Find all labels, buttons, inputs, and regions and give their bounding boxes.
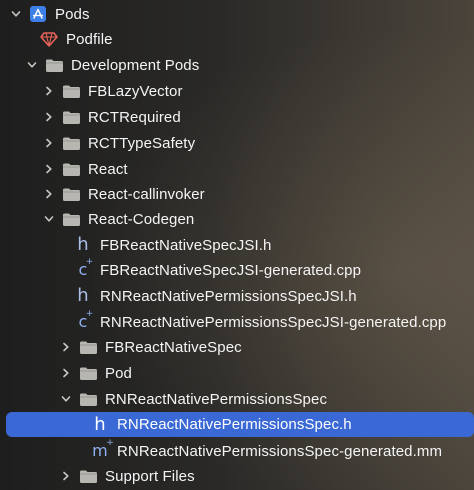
folder-icon: [77, 337, 99, 357]
header-file-icon: h: [77, 285, 89, 306]
tree-row-label: Support Files: [105, 467, 195, 485]
tree-row-label: React: [88, 160, 128, 178]
tree-row-rnreactnativepermissionsspecjsi-h[interactable]: h RNReactNativePermissionsSpecJSI.h: [0, 283, 357, 309]
tree-row-label: RNReactNativePermissionsSpecJSI.h: [100, 287, 357, 305]
project-navigator[interactable]: Pods Podfile Development Pods FBLazyVect…: [0, 0, 474, 490]
folder-icon: [60, 81, 82, 101]
tree-row-label: Pod: [105, 364, 132, 382]
cpp-file-icon: c +: [78, 309, 94, 331]
tree-row-podfile[interactable]: Podfile: [0, 26, 113, 52]
tree-row-label: FBLazyVector: [88, 82, 183, 100]
objcpp-file-icon: m +: [92, 438, 114, 460]
tree-row-support-files[interactable]: Support Files: [0, 463, 195, 489]
tree-row-rctrequired[interactable]: RCTRequired: [0, 104, 181, 130]
folder-icon: [77, 389, 99, 409]
tree-row-react-codegen[interactable]: React-Codegen: [0, 206, 194, 232]
cpp-file-icon: c +: [78, 257, 94, 279]
header-file-icon: h: [77, 234, 89, 255]
tree-row-label: FBReactNativeSpecJSI-generated.cpp: [100, 261, 362, 279]
chevron-down-icon[interactable]: [9, 7, 23, 21]
tree-row-label: RNReactNativePermissionsSpec.h: [117, 416, 352, 433]
folder-icon: [60, 184, 82, 204]
chevron-right-icon[interactable]: [59, 340, 73, 354]
tree-row-development-pods[interactable]: Development Pods: [0, 52, 199, 78]
folder-icon: [77, 466, 99, 486]
chevron-right-icon[interactable]: [42, 162, 56, 176]
chevron-right-icon[interactable]: [42, 84, 56, 98]
folder-icon: [60, 159, 82, 179]
folder-icon: [77, 363, 99, 383]
tree-row-rnreactnativepermissionsspec[interactable]: RNReactNativePermissionsSpec: [0, 386, 327, 412]
tree-row-label: RCTTypeSafety: [88, 134, 196, 152]
ruby-gem-icon: [38, 29, 60, 49]
header-file-icon: h: [94, 413, 106, 435]
chevron-down-icon[interactable]: [42, 212, 56, 226]
tree-row-label: RNReactNativePermissionsSpecJSI-generate…: [100, 313, 447, 331]
tree-row-label: RCTRequired: [88, 108, 181, 126]
chevron-right-icon[interactable]: [59, 366, 73, 380]
tree-row-label: Pods: [55, 5, 90, 23]
chevron-down-icon[interactable]: [25, 58, 39, 72]
tree-row-fbreactnativespecjsi-generated-cpp[interactable]: c + FBReactNativeSpecJSI-generated.cpp: [0, 257, 361, 283]
folder-icon: [43, 55, 65, 75]
folder-icon: [60, 209, 82, 229]
tree-row-label: Development Pods: [71, 56, 200, 74]
tree-row-rnreactnativepermissionsspecjsi-generated-cpp[interactable]: c + RNReactNativePermissionsSpecJSI-gener…: [0, 309, 447, 335]
tree-row-label: FBReactNativeSpecJSI.h: [100, 236, 272, 254]
tree-row-pod[interactable]: Pod: [0, 360, 132, 386]
tree-row-fbreactnativespecjsi-h[interactable]: h FBReactNativeSpecJSI.h: [0, 232, 271, 258]
tree-row-label: RNReactNativePermissionsSpec: [105, 390, 328, 408]
tree-row-react-callinvoker[interactable]: React-callinvoker: [0, 181, 205, 207]
tree-row-label: React-Codegen: [88, 210, 195, 228]
tree-row-fbreactnativespec[interactable]: FBReactNativeSpec: [0, 334, 242, 360]
folder-icon: [60, 133, 82, 153]
chevron-right-icon[interactable]: [42, 110, 56, 124]
tree-row-rnreactnativepermissionsspec-generated-mm[interactable]: m + RNReactNativePermissionsSpec-generate…: [0, 438, 442, 464]
tree-row-fblazyvector[interactable]: FBLazyVector: [0, 78, 183, 104]
chevron-right-icon[interactable]: [42, 136, 56, 150]
tree-row-label: FBReactNativeSpec: [105, 338, 242, 356]
tree-row-react[interactable]: React: [0, 156, 128, 182]
folder-icon: [60, 107, 82, 127]
chevron-right-icon[interactable]: [42, 187, 56, 201]
chevron-right-icon[interactable]: [59, 469, 73, 483]
tree-row-label: Podfile: [66, 30, 113, 48]
tree-row-rcttypesafety[interactable]: RCTTypeSafety: [0, 130, 195, 156]
tree-row-rnreactnativepermissionsspec-h[interactable]: h RNReactNativePermissionsSpec.h: [6, 412, 474, 437]
chevron-down-icon[interactable]: [59, 392, 73, 406]
tree-row-label: React-callinvoker: [88, 185, 205, 203]
xcodeproj-icon: [27, 4, 49, 24]
tree-row-pods[interactable]: Pods: [0, 1, 90, 27]
tree-row-label: RNReactNativePermissionsSpec-generated.m…: [117, 442, 443, 460]
